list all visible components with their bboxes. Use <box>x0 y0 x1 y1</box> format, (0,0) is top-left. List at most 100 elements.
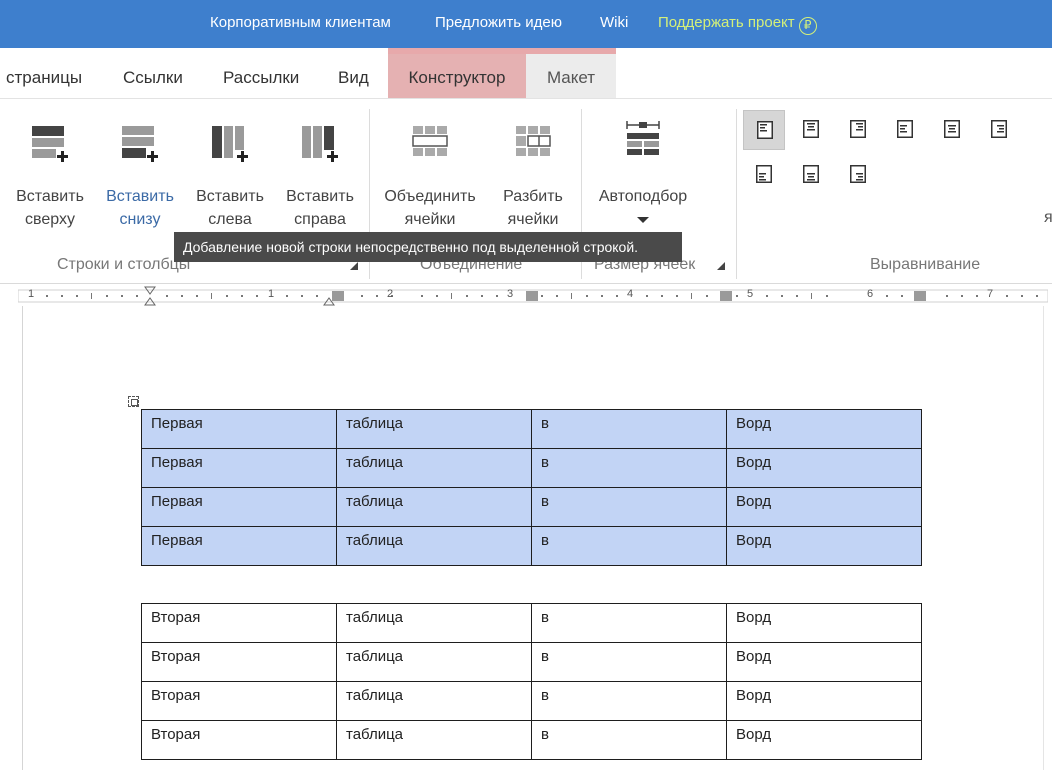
insert-below-line1: Вставить <box>106 188 174 205</box>
tab-layout[interactable]: Макет <box>526 48 616 98</box>
table-cell[interactable]: Ворд <box>726 642 922 682</box>
insert-right-line2: справа <box>294 211 346 228</box>
table-row: Вторая таблица в Ворд <box>141 603 922 643</box>
table-cell[interactable]: Вторая <box>141 642 337 682</box>
table-cell[interactable]: Вторая <box>141 681 337 721</box>
split-cells-button[interactable]: Разбить ячейки <box>490 99 576 239</box>
table-cell[interactable]: Вторая <box>141 720 337 760</box>
insert-row-above-icon <box>32 126 68 162</box>
insert-above-line1: Вставить <box>16 188 84 205</box>
ruler-number: 5 <box>747 288 754 300</box>
align-middle-center-button[interactable] <box>931 110 973 150</box>
top-nav-bar: Корпоративным клиентам Предложить идею W… <box>0 0 1052 48</box>
table-cell[interactable]: таблица <box>336 409 532 449</box>
split-cells-line2: ячейки <box>507 211 559 228</box>
align-top-right-button[interactable] <box>837 110 879 150</box>
ruler-number: 1 <box>268 288 275 300</box>
table-cell[interactable]: в <box>531 409 727 449</box>
table-cell[interactable]: таблица <box>336 448 532 488</box>
ruler-number: 6 <box>867 288 874 300</box>
table-row: Первая таблица в Ворд <box>141 526 922 566</box>
table-cell[interactable]: Первая <box>141 409 337 449</box>
table-cell[interactable]: таблица <box>336 642 532 682</box>
align-bottom-right-button[interactable] <box>837 155 879 195</box>
insert-above-line2: сверху <box>25 211 75 228</box>
align-bottom-left-button[interactable] <box>743 155 785 195</box>
table-cell[interactable]: Первая <box>141 526 337 566</box>
autofit-icon <box>626 121 660 155</box>
insert-row-below-icon <box>122 126 158 162</box>
rows-columns-launcher-icon[interactable] <box>350 262 358 270</box>
table-cell[interactable]: в <box>531 603 727 643</box>
ruler-number: 7 <box>987 288 994 300</box>
merge-cells-line2: ячейки <box>404 211 456 228</box>
insert-above-button[interactable]: Вставить сверху <box>8 99 92 239</box>
align-middle-left-button[interactable] <box>884 110 926 150</box>
split-cells-icon <box>516 126 551 156</box>
tab-constructor[interactable]: Конструктор <box>388 48 526 98</box>
align-top-center-button[interactable] <box>790 110 832 150</box>
table-cell[interactable]: Ворд <box>726 526 922 566</box>
link-corporate-clients[interactable]: Корпоративным клиентам <box>210 14 391 31</box>
align-bottom-right-icon <box>850 165 866 183</box>
align-middle-right-icon <box>991 120 1007 138</box>
table-cell[interactable]: в <box>531 642 727 682</box>
table-cell[interactable]: Ворд <box>726 409 922 449</box>
table-row: Первая таблица в Ворд <box>141 409 922 449</box>
ruler-number: 1 <box>28 288 35 300</box>
table-cell[interactable]: в <box>531 448 727 488</box>
table-cell[interactable]: Ворд <box>726 603 922 643</box>
table-cell[interactable]: в <box>531 487 727 527</box>
table-cell[interactable]: в <box>531 720 727 760</box>
cell-size-launcher-icon[interactable] <box>717 262 725 270</box>
tab-page-layout[interactable]: страницы <box>6 48 82 98</box>
table-move-handle-icon[interactable] <box>128 396 139 407</box>
align-top-right-icon <box>850 120 866 138</box>
table-cell[interactable]: таблица <box>336 603 532 643</box>
clipped-text: я <box>1044 209 1052 226</box>
chevron-down-icon <box>637 217 649 223</box>
insert-right-button[interactable]: Вставить справа <box>278 99 362 239</box>
insert-left-button[interactable]: Вставить слева <box>188 99 272 239</box>
table-cell[interactable]: Первая <box>141 448 337 488</box>
horizontal-ruler[interactable]: 1 1 2 3 4 5 6 7 <box>18 286 1048 313</box>
insert-below-tooltip: Добавление новой строки непосредственно … <box>174 232 682 262</box>
table-row: Первая таблица в Ворд <box>141 448 922 488</box>
link-wiki[interactable]: Wiki <box>600 14 628 31</box>
link-support-project[interactable]: Поддержать проект ₽ <box>658 14 817 35</box>
table-cell[interactable]: таблица <box>336 720 532 760</box>
merge-cells-icon <box>412 126 448 156</box>
insert-below-line2: снизу <box>119 211 161 228</box>
insert-left-line1: Вставить <box>196 188 264 205</box>
table-cell[interactable]: Ворд <box>726 448 922 488</box>
align-bottom-center-icon <box>803 165 819 183</box>
merge-cells-button[interactable]: Объединить ячейки <box>374 99 486 239</box>
tab-references[interactable]: Ссылки <box>123 48 183 98</box>
insert-below-button[interactable]: Вставить снизу <box>98 99 182 239</box>
table-cell[interactable]: таблица <box>336 487 532 527</box>
table-cell[interactable]: таблица <box>336 526 532 566</box>
table-cell[interactable]: таблица <box>336 681 532 721</box>
table-cell[interactable]: Ворд <box>726 720 922 760</box>
align-bottom-center-button[interactable] <box>790 155 832 195</box>
table-cell[interactable]: Первая <box>141 487 337 527</box>
autofit-label: Автоподбор <box>598 188 688 205</box>
tab-mailings[interactable]: Рассылки <box>223 48 299 98</box>
align-middle-left-icon <box>897 120 913 138</box>
tab-view[interactable]: Вид <box>338 48 369 98</box>
insert-column-left-icon <box>212 126 248 162</box>
align-top-left-button[interactable] <box>743 110 785 150</box>
align-top-center-icon <box>803 120 819 138</box>
ruler-scale <box>18 286 1048 306</box>
align-middle-right-button[interactable] <box>978 110 1020 150</box>
group-separator <box>736 109 737 279</box>
autofit-button[interactable]: Автоподбор <box>586 99 700 239</box>
support-label: Поддержать проект <box>658 14 795 31</box>
table-cell[interactable]: в <box>531 681 727 721</box>
link-suggest-idea[interactable]: Предложить идею <box>435 14 562 31</box>
align-middle-center-icon <box>944 120 960 138</box>
table-cell[interactable]: Ворд <box>726 681 922 721</box>
table-cell[interactable]: Вторая <box>141 603 337 643</box>
table-cell[interactable]: в <box>531 526 727 566</box>
table-cell[interactable]: Ворд <box>726 487 922 527</box>
